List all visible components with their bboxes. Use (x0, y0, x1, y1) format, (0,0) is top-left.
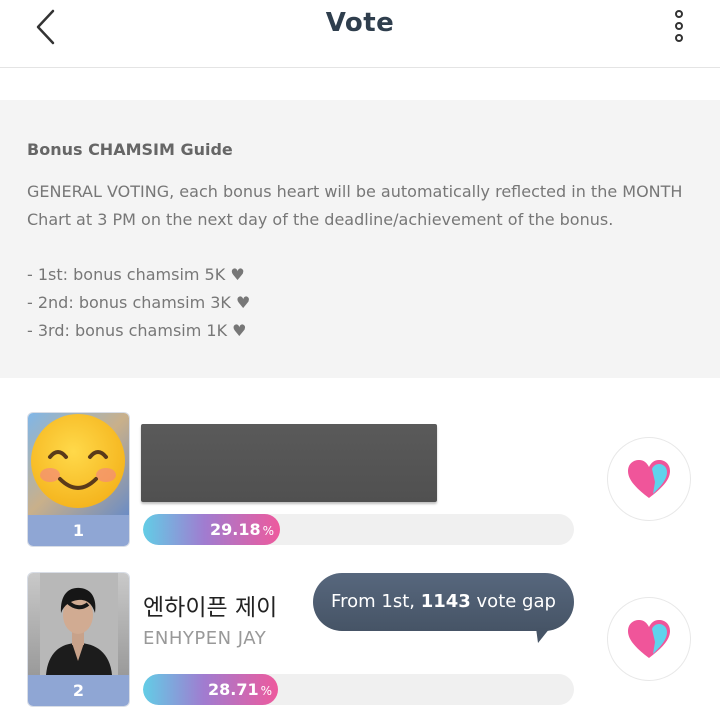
heart-icon (628, 620, 670, 658)
avatar-card[interactable]: 1 (27, 412, 130, 547)
ranking-row-1[interactable]: 1 29.18% (0, 412, 720, 552)
vote-share-fill: 28.71% (143, 674, 278, 705)
vote-share-bar: 29.18% (143, 514, 574, 545)
guide-title: Bonus CHAMSIM Guide (27, 140, 233, 159)
vote-share-bar: 28.71% (143, 674, 574, 705)
vote-heart-button[interactable] (607, 437, 691, 521)
artist-name-korean: 엔하이픈 제이 (143, 595, 278, 621)
vote-share-value: 29.18 (209, 520, 261, 539)
guide-bonus-item: - 3rd: bonus chamsim 1K ♥ (27, 321, 247, 340)
heart-icon (628, 460, 670, 498)
guide-description: GENERAL VOTING, each bonus heart will be… (27, 182, 683, 229)
rank-number: 1 (28, 515, 129, 546)
vote-share-fill: 29.18% (143, 514, 280, 545)
top-bar: Vote (0, 0, 720, 68)
guide-bonus-item: - 2nd: bonus chamsim 3K ♥ (27, 293, 251, 312)
vote-share-value: 28.71 (207, 680, 259, 699)
guide-bonus-list: - 1st: bonus chamsim 5K ♥ - 2nd: bonus c… (27, 261, 250, 345)
artist-name-english: ENHYPEN JAY (143, 628, 267, 649)
tooltip-gap-value: 1143 (420, 591, 471, 612)
guide-bonus-item: - 1st: bonus chamsim 5K ♥ (27, 265, 245, 284)
more-options-button[interactable] (666, 8, 692, 44)
vote-gap-tooltip: From 1st, 1143 vote gap (313, 573, 574, 631)
more-vertical-icon (675, 10, 683, 42)
avatar-card[interactable]: 2 (27, 572, 130, 707)
smiley-emoji-icon (31, 414, 125, 508)
tooltip-tail (536, 628, 550, 643)
rank-number: 2 (28, 675, 129, 706)
percent-sign: % (262, 524, 274, 538)
artist-photo (28, 573, 129, 675)
vote-share-label: 29.18% (210, 514, 274, 545)
redacted-name-block (141, 424, 437, 502)
page-title: Vote (325, 8, 395, 38)
vote-heart-button[interactable] (607, 597, 691, 681)
bonus-guide-panel: Bonus CHAMSIM Guide GENERAL VOTING, each… (0, 100, 720, 378)
vote-share-label: 28.71% (208, 674, 272, 705)
avatar-image (28, 413, 129, 515)
tooltip-suffix: vote gap (470, 591, 556, 612)
percent-sign: % (260, 684, 272, 698)
tooltip-prefix: From 1st, (331, 591, 421, 612)
